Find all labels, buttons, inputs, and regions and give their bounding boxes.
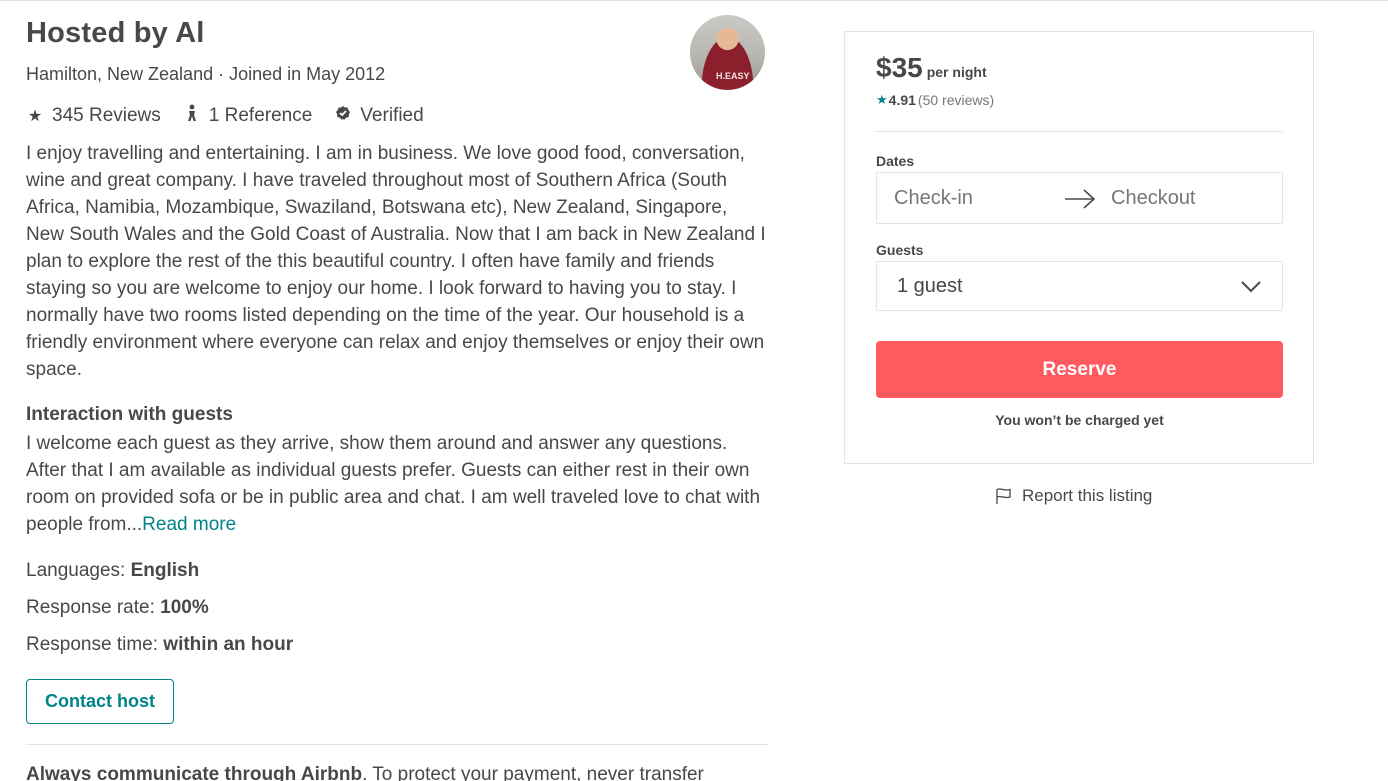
stat-references[interactable]: 1 Reference <box>183 104 313 127</box>
checkout-input[interactable] <box>1111 186 1271 210</box>
reference-icon <box>183 104 201 127</box>
languages-label: Languages: <box>26 560 131 581</box>
card-divider <box>876 131 1283 132</box>
arrow-right-icon <box>1065 189 1096 209</box>
languages-value: English <box>130 560 200 581</box>
host-about-text: I enjoy travelling and entertaining. I a… <box>26 143 766 380</box>
response-rate-label: Response rate: <box>26 597 161 618</box>
guests-select[interactable]: 1 guest <box>876 261 1283 311</box>
rating-score: 4.91 <box>888 92 916 108</box>
host-location-joined: Hamilton, New Zealand · Joined in May 20… <box>26 64 386 84</box>
payment-warning-text: . To protect your payment, never transfe… <box>362 764 704 781</box>
dates-label: Dates <box>876 153 915 169</box>
response-time-label: Response time: <box>26 634 164 655</box>
dates-picker <box>876 172 1283 224</box>
payment-warning: Always communicate through Airbnb. To pr… <box>26 764 704 781</box>
report-listing-link[interactable]: Report this listing <box>995 486 1152 506</box>
host-title: Hosted by Al <box>26 17 205 49</box>
interaction-text: I welcome each guest as they arrive, sho… <box>26 430 768 538</box>
stat-reviews-label: 345 Reviews <box>52 104 161 126</box>
guests-value: 1 guest <box>897 274 963 297</box>
charged-note: You won’t be charged yet <box>995 412 1164 428</box>
booking-card: $35 per night ★ 4.91 (50 reviews) Dates … <box>844 31 1314 464</box>
stat-verified: Verified <box>334 104 424 127</box>
reserve-button[interactable]: Reserve <box>876 341 1283 398</box>
response-rate-row: Response rate: 100% <box>26 597 209 619</box>
price-block: $35 per night <box>876 52 987 84</box>
stat-references-label: 1 Reference <box>208 104 313 126</box>
payment-warning-bold: Always communicate through Airbnb <box>26 764 363 781</box>
star-icon: ★ <box>876 92 888 107</box>
response-rate-value: 100% <box>160 597 209 618</box>
price-unit: per night <box>926 64 987 80</box>
host-avatar[interactable]: H.EASY <box>690 15 765 90</box>
stat-verified-label: Verified <box>360 104 424 126</box>
avatar-shirt-text: H.EASY <box>716 71 750 81</box>
flag-icon <box>996 488 1011 504</box>
interaction-title: Interaction with guests <box>26 404 233 425</box>
guests-label: Guests <box>876 242 924 258</box>
verified-icon <box>334 105 352 126</box>
checkin-input[interactable] <box>894 186 1044 210</box>
rating-count: (50 reviews) <box>917 92 995 108</box>
host-stats: ★ 345 Reviews 1 Reference Verified <box>26 104 446 127</box>
chevron-down-icon <box>1241 281 1261 293</box>
response-time-value: within an hour <box>163 634 294 655</box>
contact-host-button[interactable]: Contact host <box>26 679 174 724</box>
languages-row: Languages: English <box>26 560 199 582</box>
star-icon: ★ <box>27 107 43 125</box>
response-time-row: Response time: within an hour <box>26 634 293 656</box>
report-listing-label: Report this listing <box>1022 486 1153 505</box>
price-amount: $35 <box>876 52 923 83</box>
top-border <box>0 0 1388 1</box>
interaction-body: I welcome each guest as they arrive, sho… <box>26 433 761 535</box>
stat-reviews[interactable]: ★ 345 Reviews <box>26 105 161 127</box>
section-divider <box>26 744 768 745</box>
read-more-link[interactable]: Read more <box>142 514 236 535</box>
rating-block[interactable]: ★ 4.91 (50 reviews) <box>876 92 994 108</box>
